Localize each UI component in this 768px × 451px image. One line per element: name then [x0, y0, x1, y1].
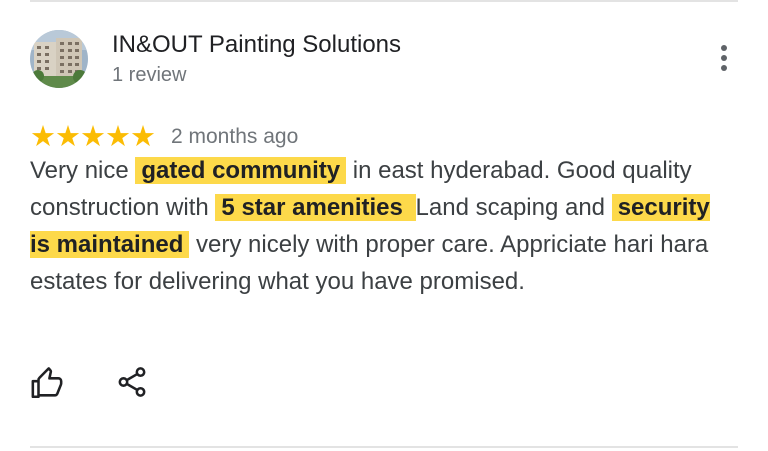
more-vert-icon	[721, 45, 727, 51]
review-text-part: Land scaping and	[415, 194, 612, 221]
top-divider	[30, 0, 738, 2]
review-date: 2 months ago	[171, 125, 299, 148]
share-icon	[118, 367, 146, 397]
bottom-divider	[30, 446, 738, 448]
avatar[interactable]	[30, 30, 88, 88]
highlight-gated-community: gated community	[135, 157, 347, 184]
highlight-amenities: 5 star amenities	[215, 194, 416, 221]
thumb-up-icon	[31, 367, 63, 399]
share-button[interactable]	[112, 362, 152, 402]
review-text: Very nice gated community in east hydera…	[30, 152, 730, 300]
author-name[interactable]: IN&OUT Painting Solutions	[112, 30, 401, 60]
rating-row: ★★★★★ 2 months ago	[30, 122, 298, 152]
review-text-part: Very nice	[30, 157, 136, 184]
author-review-count: 1 review	[112, 64, 187, 86]
building-photo	[30, 30, 88, 88]
review-card: IN&OUT Painting Solutions 1 review ★★★★★…	[0, 0, 768, 451]
more-vert-icon-dot	[721, 65, 727, 71]
more-vert-icon-dot	[721, 55, 727, 61]
more-options-button[interactable]	[708, 38, 740, 78]
star-rating: ★★★★★	[30, 121, 156, 153]
like-button[interactable]	[27, 364, 67, 404]
